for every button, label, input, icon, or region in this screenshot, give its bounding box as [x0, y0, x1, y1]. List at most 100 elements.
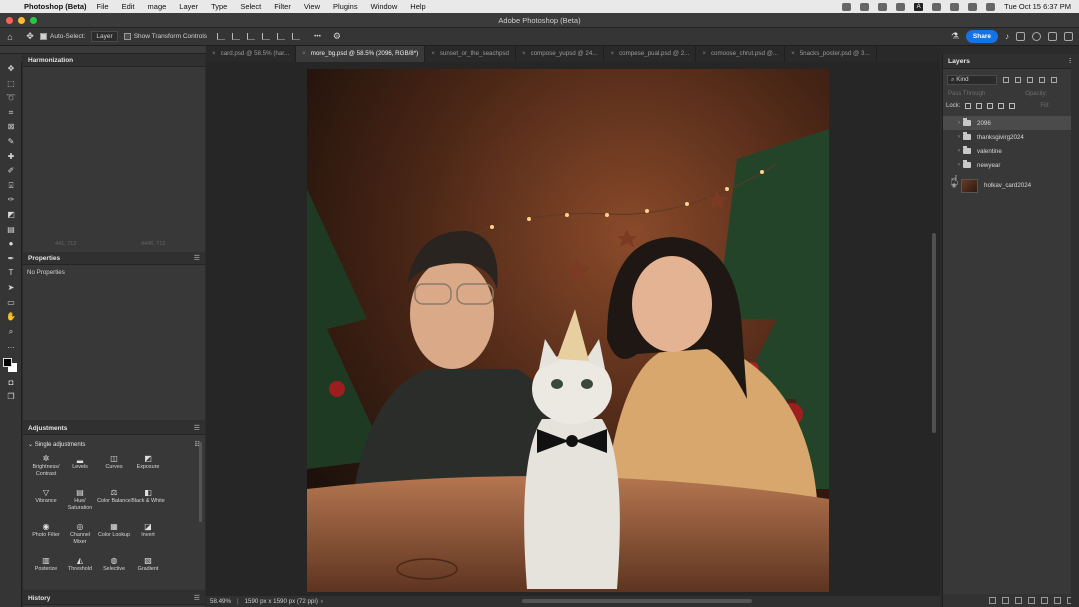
adjustment-invert[interactable]: ◪ Invert [131, 522, 165, 552]
transform-controls-checkbox[interactable] [123, 32, 134, 40]
adjustment-layer-icon[interactable] [1028, 597, 1035, 604]
adjustment-vibrance[interactable]: ▽ Vibrance [29, 488, 63, 518]
color-swatches[interactable] [0, 354, 22, 376]
lock-image-icon[interactable] [976, 103, 983, 109]
tab-more-bg[interactable]: × more_bg.psd @ 58.5% (2096, RGB/8*) [296, 46, 426, 62]
close-window-button[interactable] [6, 17, 13, 24]
lock-position-icon[interactable] [987, 103, 994, 109]
healing-brush-icon[interactable]: ✚ [0, 150, 22, 165]
eyedropper-tool-icon[interactable]: ✎ [0, 135, 22, 150]
adjustment-levels[interactable]: ▂ Levels [63, 454, 97, 484]
layer-row[interactable]: › 2096 [943, 116, 1079, 130]
menu-view[interactable]: View [304, 2, 320, 11]
creative-cloud-icon[interactable] [842, 2, 852, 11]
crop-tool-icon[interactable]: ⌗ [0, 106, 22, 121]
close-tab-icon[interactable]: × [702, 50, 706, 57]
close-tab-icon[interactable]: × [302, 50, 306, 57]
help-icon[interactable] [1032, 32, 1041, 41]
zoom-level[interactable]: 58.49% [210, 598, 231, 605]
share-button[interactable]: Share [965, 30, 998, 43]
gradient-tool-icon[interactable]: ▤ [0, 223, 22, 238]
workspace-icon[interactable] [1048, 32, 1057, 41]
auto-select-checkbox[interactable] [40, 32, 50, 40]
adjustment-gradient[interactable]: ▧ Gradient [131, 556, 165, 586]
chevron-right-icon[interactable]: › [943, 162, 963, 168]
new-layer-icon[interactable] [1054, 597, 1061, 604]
align-left-icon[interactable] [217, 33, 226, 40]
adjustment-sun[interactable]: ✲ Brightness/ Contrast [29, 454, 63, 484]
control-center-icon[interactable] [986, 2, 996, 11]
adjustment-bw[interactable]: ◧ Black & White [131, 488, 165, 518]
adjustment-curves[interactable]: ◫ Curves [97, 454, 131, 484]
adjustment-selective[interactable]: ◍ Selective [97, 556, 131, 586]
notification-bell-icon[interactable]: ♪ [1005, 32, 1009, 41]
filter-type-icon[interactable] [1027, 76, 1033, 83]
menu-help[interactable]: Help [410, 2, 425, 11]
gear-icon[interactable]: ⚙ [327, 31, 347, 42]
document-size[interactable]: 1590 px x 1590 px (72 ppi) [245, 598, 318, 605]
tab-sunset[interactable]: × sunset_or_the_seachpsd [425, 46, 516, 62]
zoom-tool-icon[interactable]: ⌕ [0, 325, 22, 340]
tab-compose-yu[interactable]: × compose_yupsd @ 24... [516, 46, 605, 62]
rectangle-tool-icon[interactable]: ▭ [0, 296, 22, 311]
opacity-label[interactable]: Opacity: [1025, 91, 1047, 97]
tab-card[interactable]: × card.psd @ 58.5% (har... [206, 46, 297, 62]
panel-menu-icon[interactable]: ☰ [194, 592, 200, 605]
more-options-button[interactable]: ••• [314, 33, 321, 40]
layer-kind-filter[interactable]: ⌕ Kind [947, 74, 997, 85]
menu-filter[interactable]: Filter [274, 2, 291, 11]
menu-edit[interactable]: Edit [122, 2, 135, 11]
adjustments-section-header[interactable]: ⌄ Single adjustments ☷ [23, 435, 205, 454]
adjustment-hue[interactable]: ▤ Hue/ Saturation [63, 488, 97, 518]
tab-snacks-poster[interactable]: × 5nacks_poster.psd @ 3... [785, 46, 877, 62]
menu-window[interactable]: Window [371, 2, 398, 11]
menu-select[interactable]: Select [240, 2, 261, 11]
adjustment-channel-mixer[interactable]: ◎ Channel Mixer [63, 522, 97, 552]
document-artwork[interactable] [307, 69, 829, 592]
panel-menu-icon[interactable]: ☰ [194, 252, 200, 265]
adjustment-color-lookup[interactable]: ▦ Color Lookup [97, 522, 131, 552]
wifi-icon[interactable] [950, 2, 960, 11]
close-tab-icon[interactable]: × [431, 50, 435, 57]
link-layers-icon[interactable] [989, 597, 996, 604]
auto-select-target-dropdown[interactable]: Layer [91, 31, 118, 42]
lock-transparent-icon[interactable] [965, 103, 972, 109]
frame-tool-icon[interactable]: ⊠ [0, 120, 22, 135]
more-tools-icon[interactable]: … [0, 339, 22, 354]
filter-pixel-icon[interactable] [1003, 76, 1009, 83]
document-canvas[interactable] [206, 62, 940, 596]
stamp-tool-icon[interactable]: ⍓ [0, 179, 22, 194]
history-brush-icon[interactable]: ✑ [0, 193, 22, 208]
focus-icon[interactable] [896, 2, 906, 11]
minimize-window-button[interactable] [18, 17, 25, 24]
add-mask-icon[interactable] [1015, 597, 1022, 604]
layer-row[interactable]: ◉ holkav_card2024 [943, 176, 1079, 195]
close-tab-icon[interactable]: × [610, 50, 614, 57]
filter-adjustment-icon[interactable] [1015, 76, 1021, 83]
history-panel-header[interactable]: History ☰ [23, 592, 205, 605]
spotlight-search-icon[interactable] [968, 2, 978, 11]
tab-compese-pual[interactable]: × compese_pual.psd @ 2... [604, 46, 697, 62]
lock-all-icon[interactable] [1009, 103, 1016, 109]
layer-row[interactable]: › valentine [943, 144, 1079, 158]
foreground-color[interactable] [3, 357, 12, 367]
pen-tool-icon[interactable]: ✒ [0, 252, 22, 267]
move-tool-icon[interactable]: ✥ [20, 31, 40, 42]
fill-label[interactable]: Fill: [1040, 103, 1049, 109]
blend-mode-dropdown[interactable]: Pass Through [948, 91, 985, 97]
expand-icon[interactable] [1064, 32, 1073, 41]
fx-icon[interactable] [1002, 597, 1009, 604]
screen-mode-icon[interactable]: ❐ [0, 390, 22, 405]
close-tab-icon[interactable]: × [212, 50, 216, 57]
menu-file[interactable]: File [97, 2, 109, 11]
menu-app-name[interactable]: Photoshop (Beta) [24, 2, 87, 11]
layer-row[interactable]: › thanksgivirg2024 [943, 130, 1079, 144]
align-bottom-icon[interactable] [292, 33, 301, 40]
blur-tool-icon[interactable]: ● [0, 237, 22, 252]
adjustment-exposure[interactable]: ◩ Exposure [131, 454, 165, 484]
layer-row[interactable]: › newyear [943, 158, 1079, 172]
align-middle-icon[interactable] [277, 33, 286, 40]
record-icon[interactable] [860, 2, 870, 11]
close-tab-icon[interactable]: × [522, 50, 526, 57]
zoom-window-button[interactable] [30, 17, 37, 24]
